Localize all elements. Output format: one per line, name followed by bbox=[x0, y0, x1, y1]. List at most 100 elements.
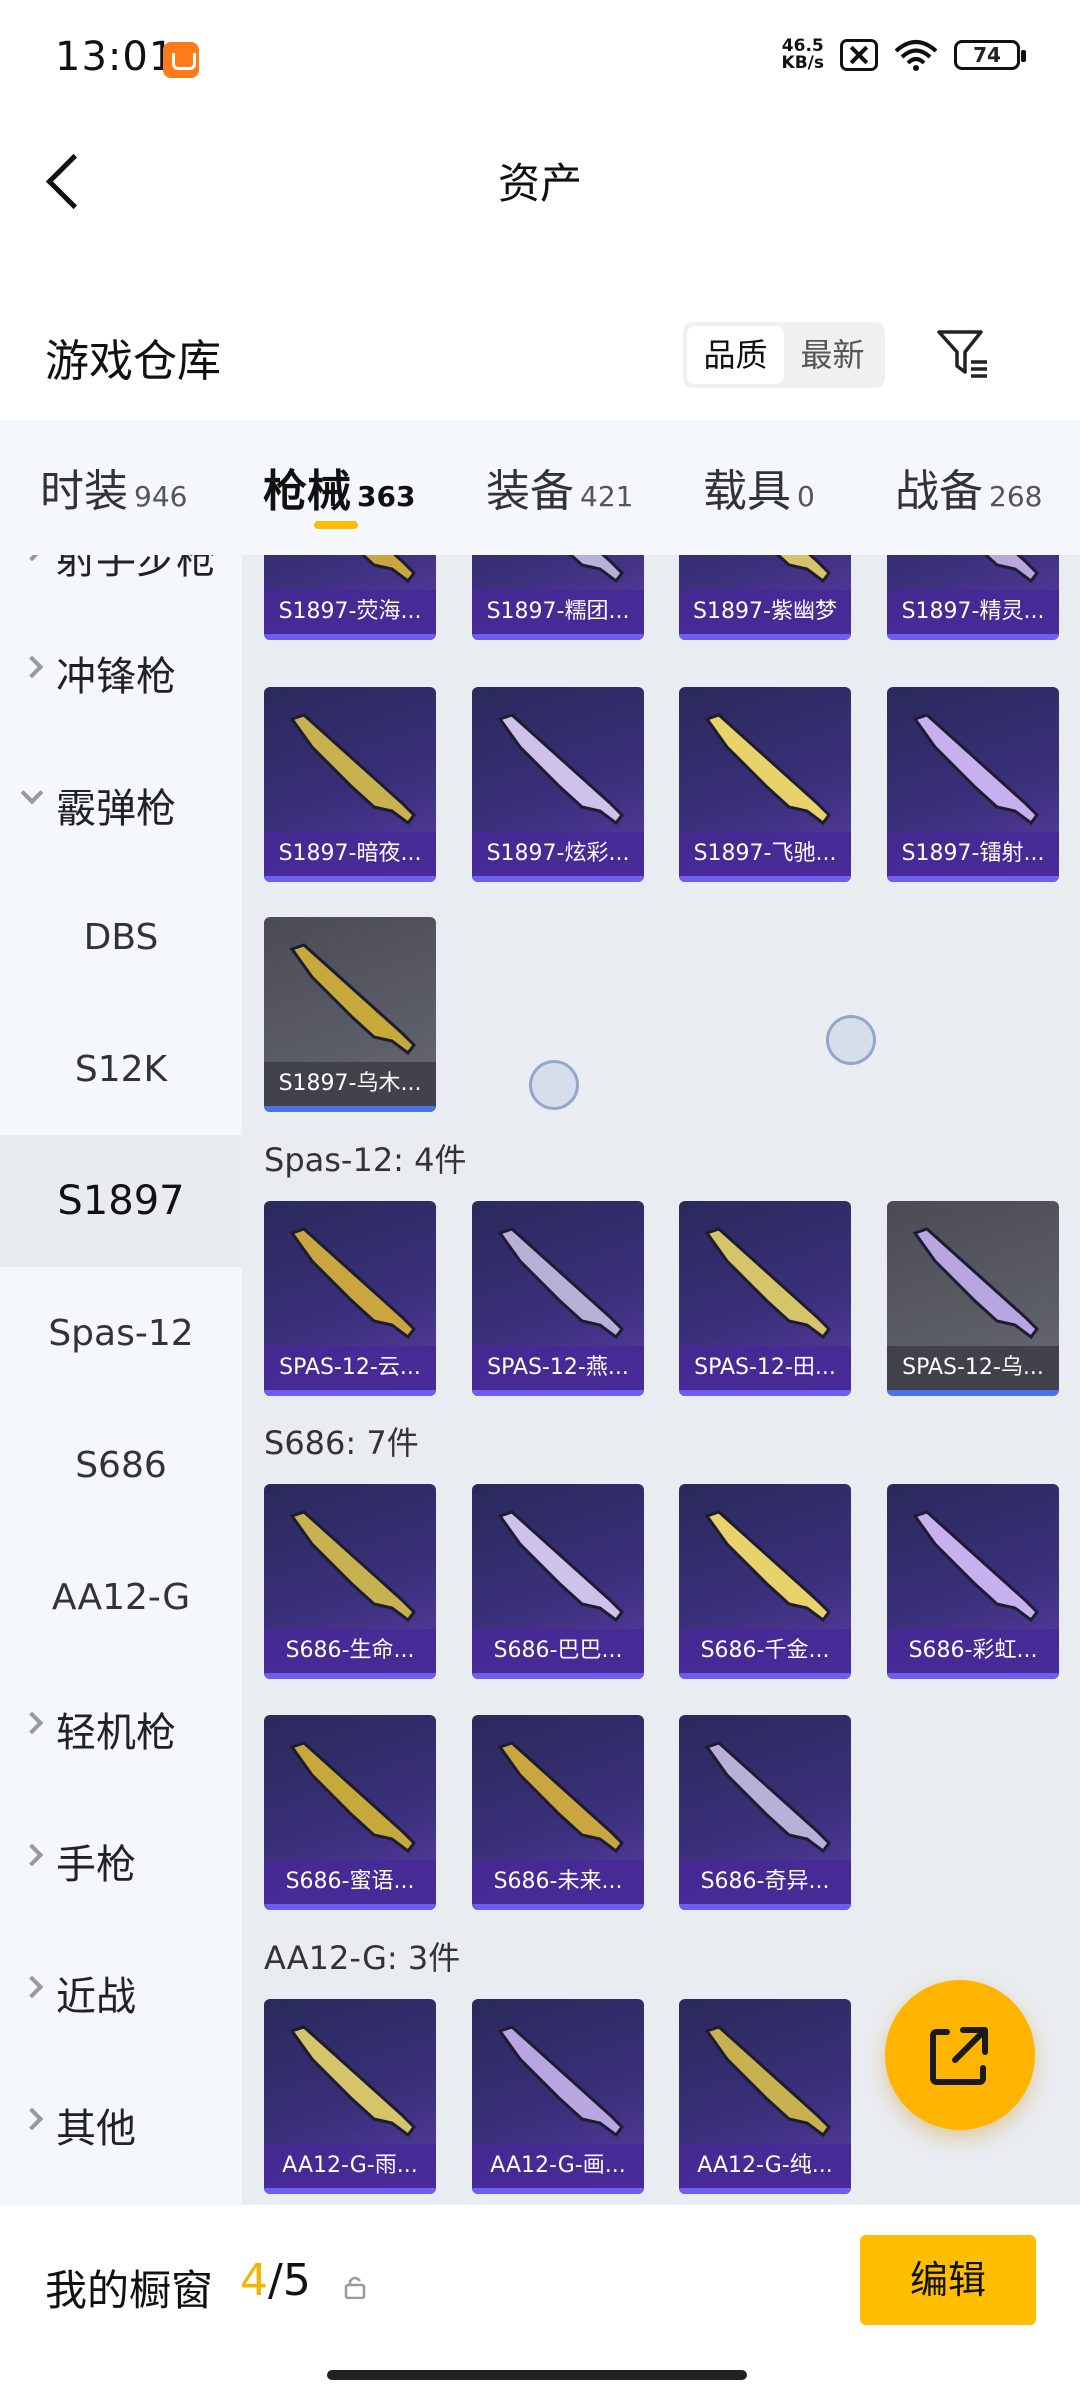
tab-firearms[interactable]: 枪械 363 bbox=[263, 455, 415, 519]
sidebar-item-s12k[interactable]: S12K bbox=[0, 1003, 242, 1135]
shotgun-skin-icon bbox=[497, 2025, 624, 2138]
shotgun-skin-icon bbox=[289, 1227, 416, 1340]
sort-toggle: 品质 最新 bbox=[683, 322, 885, 388]
shotgun-skin-icon bbox=[912, 1510, 1039, 1623]
sidebar-item-s1897[interactable]: S1897 bbox=[0, 1135, 242, 1267]
sidebar-item-shotgun[interactable]: 霰弹枪 bbox=[0, 739, 242, 871]
touch-indicator bbox=[826, 1015, 876, 1065]
tab-equipment[interactable]: 装备 421 bbox=[486, 455, 633, 519]
skin-card[interactable]: AA12-G-雨... bbox=[264, 1999, 436, 2194]
quality-bar bbox=[679, 1673, 851, 1679]
skin-name: S686-千金... bbox=[679, 1629, 851, 1673]
no-sim-icon bbox=[840, 39, 878, 71]
skin-name: AA12-G-纯... bbox=[679, 2144, 851, 2188]
skin-name: S686-巴巴... bbox=[472, 1629, 644, 1673]
shotgun-skin-icon bbox=[497, 1741, 624, 1854]
skin-name: S1897-荧海... bbox=[264, 590, 436, 634]
status-indicators: 46.5 KB/s 74 bbox=[781, 36, 1026, 73]
skin-card[interactable]: S1897-精灵... bbox=[887, 555, 1059, 640]
sidebar-item-aa12g[interactable]: AA12-G bbox=[0, 1531, 242, 1663]
weapon-type-sidebar: 射手步枪 冲锋枪 霰弹枪 DBS S12K S1897 Spas-12 S686… bbox=[0, 555, 242, 2205]
skin-card[interactable]: S1897-紫幽梦 bbox=[679, 555, 851, 640]
lock-icon bbox=[344, 2275, 366, 2300]
shotgun-skin-icon bbox=[704, 1227, 831, 1340]
showcase-label: 我的橱窗 bbox=[45, 2266, 214, 2315]
shotgun-skin-icon bbox=[497, 1227, 624, 1340]
skin-card[interactable]: S686-巴巴... bbox=[472, 1484, 644, 1679]
skin-grid: Spas-12: 4件 S686: 7件 AA12-G: 3件 S1897-荧海… bbox=[242, 555, 1080, 2205]
skin-name: SPAS-12-田... bbox=[679, 1346, 851, 1390]
skin-card[interactable]: AA12-G-纯... bbox=[679, 1999, 851, 2194]
quality-bar bbox=[264, 876, 436, 882]
shotgun-skin-icon bbox=[704, 1510, 831, 1623]
chevron-right-icon bbox=[20, 1975, 44, 1999]
quality-bar bbox=[264, 634, 436, 640]
shotgun-skin-icon bbox=[568, 555, 624, 584]
quality-bar bbox=[679, 876, 851, 882]
quality-bar bbox=[264, 1673, 436, 1679]
sidebar-item-other[interactable]: 其他 bbox=[0, 2059, 242, 2191]
quality-bar bbox=[472, 1673, 644, 1679]
shotgun-skin-icon bbox=[983, 555, 1039, 584]
skin-card[interactable]: S1897-糯团... bbox=[472, 555, 644, 640]
skin-name: S1897-糯团... bbox=[472, 590, 644, 634]
skin-card[interactable]: SPAS-12-燕... bbox=[472, 1201, 644, 1396]
skin-name: S686-蜜语... bbox=[264, 1860, 436, 1904]
shopping-app-icon bbox=[163, 42, 199, 78]
sidebar-item-s686[interactable]: S686 bbox=[0, 1399, 242, 1531]
skin-name: S1897-乌木... bbox=[264, 1062, 436, 1106]
sort-option-newest[interactable]: 最新 bbox=[784, 326, 881, 384]
skin-name: SPAS-12-乌... bbox=[887, 1346, 1059, 1390]
showcase-count: 4/5 bbox=[240, 2255, 311, 2306]
skin-card[interactable]: SPAS-12-田... bbox=[679, 1201, 851, 1396]
sidebar-item-spas12[interactable]: Spas-12 bbox=[0, 1267, 242, 1399]
skin-card[interactable]: S1897-炫彩... bbox=[472, 687, 644, 882]
quality-bar bbox=[887, 634, 1059, 640]
chevron-right-icon bbox=[20, 1843, 44, 1867]
chevron-right-icon bbox=[20, 555, 44, 562]
skin-card[interactable]: S1897-镭射... bbox=[887, 687, 1059, 882]
skin-card[interactable]: S1897-暗夜... bbox=[264, 687, 436, 882]
skin-card[interactable]: SPAS-12-云... bbox=[264, 1201, 436, 1396]
share-export-button[interactable] bbox=[885, 1980, 1035, 2130]
filter-icon[interactable] bbox=[935, 326, 991, 382]
chevron-right-icon bbox=[20, 2107, 44, 2131]
edit-button[interactable]: 编辑 bbox=[860, 2235, 1036, 2325]
sort-option-quality[interactable]: 品质 bbox=[687, 326, 784, 384]
skin-name: S686-未来... bbox=[472, 1860, 644, 1904]
quality-bar bbox=[264, 1390, 436, 1396]
skin-card[interactable]: AA12-G-画... bbox=[472, 1999, 644, 2194]
touch-indicator bbox=[529, 1060, 579, 1110]
skin-card[interactable]: S1897-乌木... bbox=[264, 917, 436, 1112]
skin-card[interactable]: S686-蜜语... bbox=[264, 1715, 436, 1910]
tab-fashion[interactable]: 时装 946 bbox=[40, 455, 187, 519]
quality-bar bbox=[264, 1106, 436, 1112]
skin-card[interactable]: SPAS-12-乌... bbox=[887, 1201, 1059, 1396]
skin-name: SPAS-12-燕... bbox=[472, 1346, 644, 1390]
sidebar-item-smg[interactable]: 冲锋枪 bbox=[0, 607, 242, 739]
skin-card[interactable]: S686-未来... bbox=[472, 1715, 644, 1910]
skin-card[interactable]: S686-千金... bbox=[679, 1484, 851, 1679]
status-time: 13:01 bbox=[55, 34, 176, 80]
skin-name: AA12-G-画... bbox=[472, 2144, 644, 2188]
chevron-right-icon bbox=[20, 1711, 44, 1735]
sidebar-item-lmg[interactable]: 轻机枪 bbox=[0, 1663, 242, 1795]
tab-supplies[interactable]: 战备 268 bbox=[895, 455, 1042, 519]
skin-card[interactable]: S686-生命... bbox=[264, 1484, 436, 1679]
quality-bar bbox=[679, 2188, 851, 2194]
network-speed: 46.5 KB/s bbox=[781, 36, 824, 73]
skin-card[interactable]: S1897-荧海... bbox=[264, 555, 436, 640]
skin-name: S686-彩虹... bbox=[887, 1629, 1059, 1673]
sidebar-item-melee[interactable]: 近战 bbox=[0, 1927, 242, 2059]
tab-vehicles[interactable]: 载具 0 bbox=[703, 455, 815, 519]
home-indicator[interactable] bbox=[327, 2370, 747, 2380]
quality-bar bbox=[472, 876, 644, 882]
skin-card[interactable]: S686-彩虹... bbox=[887, 1484, 1059, 1679]
skin-card[interactable]: S686-奇异... bbox=[679, 1715, 851, 1910]
quality-bar bbox=[472, 634, 644, 640]
skin-card[interactable]: S1897-飞驰... bbox=[679, 687, 851, 882]
sidebar-item-pistol[interactable]: 手枪 bbox=[0, 1795, 242, 1927]
showcase-bar: 我的橱窗 4/5 编辑 bbox=[0, 2205, 1080, 2400]
sidebar-item-dbs[interactable]: DBS bbox=[0, 871, 242, 1003]
group-title-aa12g: AA12-G: 3件 bbox=[264, 1939, 461, 1977]
